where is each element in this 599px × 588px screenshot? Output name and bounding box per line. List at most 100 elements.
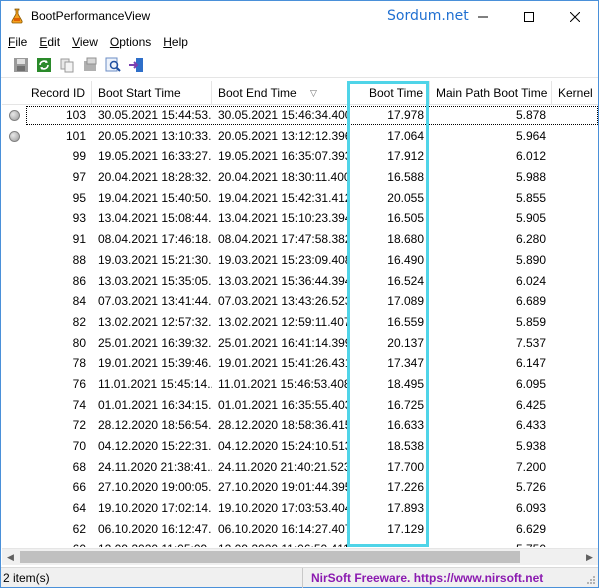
status-dot-icon — [9, 110, 20, 121]
scroll-right-icon[interactable]: ▶ — [581, 549, 598, 566]
menu-file[interactable]: File — [2, 32, 33, 52]
boot-end-cell: 25.01.2021 16:41:14.399 — [218, 335, 348, 350]
boot-time-cell: 17.700 — [387, 459, 424, 474]
column-header-record-id[interactable]: Record ID — [2, 81, 92, 105]
column-header-boot-start-time[interactable]: Boot Start Time — [92, 81, 212, 105]
boot-start-cell: 11.01.2021 15:45:14... — [98, 376, 212, 391]
table-row[interactable]: 70 04.12.2020 15:22:31... 04.12.2020 15:24… — [2, 436, 598, 457]
table-row[interactable]: 74 01.01.2021 16:34:15... 01.01.2021 16:35… — [2, 395, 598, 416]
status-bar: 2 item(s) NirSoft Freeware. https://www.… — [1, 567, 598, 588]
column-header-main-path-boot-time[interactable]: Main Path Boot Time — [430, 81, 552, 105]
main-path-boot-time-cell: 7.537 — [515, 335, 546, 350]
record-id-cell: 86 — [72, 273, 86, 288]
boot-time-cell: 18.680 — [387, 232, 424, 247]
table-row[interactable]: 80 25.01.2021 16:39:32... 25.01.2021 16:41… — [2, 333, 598, 354]
table-row[interactable]: 66 27.10.2020 19:00:05... 27.10.2020 19:01… — [2, 477, 598, 498]
table-row[interactable]: 103 30.05.2021 15:44:53... 30.05.2021 15:4… — [2, 105, 598, 126]
menu-view[interactable]: View — [66, 32, 104, 52]
kernel-cell — [552, 395, 598, 416]
main-path-boot-time-cell: 5.878 — [515, 108, 546, 122]
table-row[interactable]: 62 06.10.2020 16:12:47... 06.10.2020 16:14… — [2, 519, 598, 540]
main-path-boot-time-cell: 6.280 — [515, 232, 546, 247]
main-path-boot-time-cell: 6.689 — [515, 294, 546, 309]
table-row[interactable]: 68 24.11.2020 21:38:41... 24.11.2020 21:40… — [2, 457, 598, 478]
column-header-label: Boot End Time — [218, 86, 297, 100]
kernel-cell — [552, 291, 598, 312]
boot-time-cell: 17.912 — [387, 149, 424, 164]
kernel-cell — [552, 250, 598, 271]
boot-time-cell: 18.538 — [387, 439, 424, 453]
menu-edit[interactable]: Edit — [33, 32, 66, 52]
kernel-cell — [552, 271, 598, 292]
resize-grip-icon[interactable] — [586, 575, 596, 585]
boot-end-cell: 19.04.2021 15:42:31.412 — [218, 190, 348, 205]
menu-help[interactable]: Help — [157, 32, 194, 52]
kernel-cell — [552, 374, 598, 395]
kernel-cell — [552, 229, 598, 250]
scrollbar-thumb[interactable] — [20, 551, 520, 563]
boot-start-cell: 13.03.2021 15:35:05... — [98, 273, 212, 288]
table-row[interactable]: 78 19.01.2021 15:39:46... 19.01.2021 15:41… — [2, 353, 598, 374]
horizontal-scrollbar[interactable]: ◀ ▶ — [2, 548, 598, 565]
table-row[interactable]: 64 19.10.2020 17:02:14... 19.10.2020 17:03… — [2, 498, 598, 519]
exit-icon[interactable] — [126, 55, 146, 75]
boot-time-cell: 18.150 — [348, 539, 430, 547]
boot-start-cell: 20.04.2021 18:28:32... — [98, 170, 212, 185]
table-row[interactable]: 95 19.04.2021 15:40:50... 19.04.2021 15:42… — [2, 188, 598, 209]
boot-end-cell: 19.10.2020 17:03:53.404 — [218, 501, 348, 516]
table-row[interactable]: 101 20.05.2021 13:10:33... 20.05.2021 13:1… — [2, 126, 598, 147]
refresh-icon[interactable] — [34, 55, 54, 75]
table-row[interactable]: 93 13.04.2021 15:08:44... 13.04.2021 15:10… — [2, 208, 598, 229]
save-icon[interactable] — [11, 55, 31, 75]
column-header-boot-end-time[interactable]: Boot End Time ▽ — [212, 81, 348, 105]
column-header-kernel[interactable]: Kernel — [552, 81, 598, 105]
record-id-cell: 68 — [72, 459, 86, 474]
main-path-boot-time-cell: 5.905 — [515, 211, 546, 226]
kernel-cell — [552, 498, 598, 519]
boot-start-cell: 27.10.2020 19:00:05... — [98, 480, 212, 495]
maximize-icon — [524, 11, 534, 22]
menu-options[interactable]: Options — [104, 32, 157, 52]
table-row[interactable]: 88 19.03.2021 15:21:30... 19.03.2021 15:23… — [2, 250, 598, 271]
boot-time-cell: 18.495 — [387, 376, 424, 391]
title-bar[interactable]: BootPerformanceView Sordum.net — [1, 1, 598, 32]
boot-start-cell: 01.01.2021 16:34:15... — [98, 397, 212, 412]
record-id-cell: 60 — [2, 539, 92, 547]
boot-start-cell: 19.05.2021 16:33:27... — [98, 149, 212, 164]
scroll-left-icon[interactable]: ◀ — [2, 549, 19, 566]
table-row[interactable]: 82 13.02.2021 12:57:32... 13.02.2021 12:59… — [2, 312, 598, 333]
main-path-boot-time-cell: 7.200 — [515, 459, 546, 474]
table-row[interactable]: 84 07.03.2021 13:41:44... 07.03.2021 13:43… — [2, 291, 598, 312]
table-row[interactable]: 99 19.05.2021 16:33:27... 19.05.2021 16:35… — [2, 146, 598, 167]
minimize-button[interactable] — [460, 1, 506, 32]
boot-records-list[interactable]: Record ID Boot Start Time Boot End Time … — [2, 81, 598, 547]
record-id-cell: 84 — [72, 294, 86, 309]
boot-time-cell: 17.064 — [387, 128, 424, 143]
record-id-cell: 74 — [72, 397, 86, 412]
boot-start-cell: 04.12.2020 15:22:31... — [98, 439, 212, 453]
copy-icon[interactable] — [57, 55, 77, 75]
record-id-cell: 95 — [72, 190, 86, 205]
properties-icon[interactable] — [80, 55, 100, 75]
column-header-boot-time[interactable]: Boot Time — [348, 81, 430, 105]
boot-time-cell: 20.137 — [387, 335, 424, 350]
maximize-button[interactable] — [506, 1, 552, 32]
boot-start-cell: 12.09.2020 11:05:09... — [92, 539, 212, 547]
table-row[interactable]: 72 28.12.2020 18:56:54... 28.12.2020 18:58… — [2, 415, 598, 436]
table-row[interactable]: 86 13.03.2021 15:35:05... 13.03.2021 15:36… — [2, 271, 598, 292]
boot-start-cell: 20.05.2021 13:10:33... — [98, 128, 212, 143]
table-row[interactable]: 6012.09.2020 11:05:09...12.09.2020 11:06… — [2, 539, 598, 547]
table-row[interactable]: 91 08.04.2021 17:46:18... 08.04.2021 17:47… — [2, 229, 598, 250]
close-icon — [570, 11, 580, 22]
record-id-cell: 99 — [72, 149, 86, 164]
close-button[interactable] — [552, 1, 598, 32]
record-id-cell: 66 — [72, 480, 86, 495]
status-credit-link[interactable]: NirSoft Freeware. https://www.nirsoft.ne… — [311, 568, 543, 588]
list-rows: 103 30.05.2021 15:44:53... 30.05.2021 15:4… — [2, 105, 598, 547]
main-path-boot-time-cell: 6.147 — [515, 356, 546, 371]
table-row[interactable]: 76 11.01.2021 15:45:14... 11.01.2021 15:46… — [2, 374, 598, 395]
table-row[interactable]: 97 20.04.2021 18:28:32... 20.04.2021 18:30… — [2, 167, 598, 188]
boot-start-cell: 19.01.2021 15:39:46... — [98, 356, 212, 371]
find-icon[interactable] — [103, 55, 123, 75]
kernel-cell — [552, 167, 598, 188]
